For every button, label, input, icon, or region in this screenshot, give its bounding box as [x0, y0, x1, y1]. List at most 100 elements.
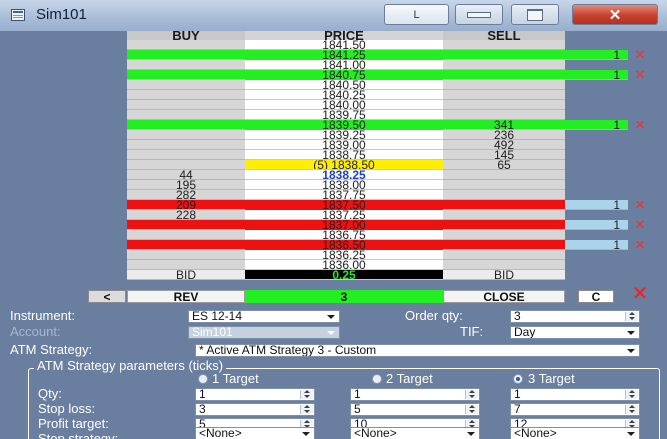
cancel-order-icon[interactable] [628, 90, 652, 100]
cancel-order-icon[interactable] [628, 130, 652, 140]
buy-cell[interactable] [127, 80, 245, 90]
buy-cell[interactable] [127, 70, 245, 80]
order-cell[interactable]: 1 [565, 70, 628, 80]
cancel-order-icon[interactable] [628, 160, 652, 170]
order-cell[interactable] [565, 160, 628, 170]
stepper-icon[interactable] [465, 405, 478, 414]
cancel-order-icon[interactable]: ✕ [628, 120, 652, 130]
cancel-order-icon[interactable] [628, 190, 652, 200]
buy-cell[interactable] [127, 100, 245, 110]
sell-cell[interactable] [443, 200, 565, 210]
cancel-order-icon[interactable]: ✕ [628, 240, 652, 250]
cancel-order-icon[interactable]: ✕ [628, 200, 652, 210]
order-cell[interactable] [565, 260, 628, 270]
order-cell[interactable] [565, 230, 628, 240]
order-cell[interactable]: 1 [565, 50, 628, 60]
buy-cell[interactable] [127, 40, 245, 50]
cancel-order-icon[interactable] [628, 270, 652, 280]
cancel-order-icon[interactable] [628, 100, 652, 110]
buy-cell[interactable] [127, 230, 245, 240]
cancel-order-icon[interactable] [628, 40, 652, 50]
buy-cell[interactable] [127, 150, 245, 160]
tif-select[interactable]: Day [510, 326, 640, 339]
buy-cell[interactable] [127, 120, 245, 130]
sell-cell[interactable] [443, 70, 565, 80]
cancel-order-icon[interactable] [628, 170, 652, 180]
target-3-stop-strategy-select[interactable]: <None> [510, 427, 640, 439]
target-1-qty-field[interactable]: 1 [195, 388, 315, 401]
target-1-stop-loss-field[interactable]: 3 [195, 403, 315, 416]
cancel-orders-button[interactable]: C [578, 290, 614, 304]
cancel-order-icon[interactable] [628, 260, 652, 270]
buy-cell[interactable]: 44 [127, 170, 245, 180]
cancel-order-icon[interactable] [628, 140, 652, 150]
sell-cell[interactable] [443, 210, 565, 220]
cancel-order-icon[interactable] [628, 150, 652, 160]
order-qty-field[interactable]: 3 [510, 310, 640, 323]
close-position-button[interactable]: CLOSE [443, 290, 565, 304]
sell-cell[interactable] [443, 190, 565, 200]
sell-cell[interactable] [443, 40, 565, 50]
sell-cell[interactable] [443, 50, 565, 60]
sell-cell[interactable] [443, 100, 565, 110]
sell-cell[interactable] [443, 230, 565, 240]
order-cell[interactable] [565, 270, 628, 280]
buy-cell[interactable] [127, 260, 245, 270]
order-cell[interactable]: 1 [565, 120, 628, 130]
sell-cell[interactable] [443, 110, 565, 120]
cancel-order-icon[interactable] [628, 180, 652, 190]
sell-cell[interactable]: 145 [443, 150, 565, 160]
cancel-order-icon[interactable]: ✕ [628, 50, 652, 60]
sell-cell[interactable]: 65 [443, 160, 565, 170]
target-2-radio[interactable] [372, 374, 382, 384]
reverse-left-button[interactable]: < [88, 290, 126, 304]
target-3-stop-loss-field[interactable]: 7 [510, 403, 640, 416]
cancel-order-icon[interactable] [628, 110, 652, 120]
order-cell[interactable] [565, 180, 628, 190]
buy-cell[interactable]: 282 [127, 190, 245, 200]
order-cell[interactable] [565, 80, 628, 90]
cancel-order-icon[interactable] [628, 210, 652, 220]
title-bar[interactable]: Sim101 L ✕ [0, 0, 667, 31]
stepper-icon[interactable] [625, 405, 638, 414]
instrument-select[interactable]: ES 12-14 [188, 310, 340, 323]
order-cell[interactable] [565, 40, 628, 50]
order-cell[interactable] [565, 250, 628, 260]
order-cell[interactable] [565, 170, 628, 180]
buy-cell[interactable] [127, 250, 245, 260]
cancel-order-icon[interactable] [628, 80, 652, 90]
stepper-icon[interactable] [300, 390, 313, 399]
sell-cell[interactable]: 236 [443, 130, 565, 140]
order-cell[interactable] [565, 60, 628, 70]
cancel-order-icon[interactable] [628, 250, 652, 260]
stepper-icon[interactable] [300, 405, 313, 414]
target-1-radio[interactable] [198, 374, 208, 384]
buy-cell[interactable]: 195 [127, 180, 245, 190]
target-2-qty-field[interactable]: 1 [350, 388, 480, 401]
order-cell[interactable]: 1 [565, 200, 628, 210]
sell-cell[interactable] [443, 220, 565, 230]
close-window-button[interactable]: ✕ [572, 4, 658, 25]
buy-cell[interactable] [127, 240, 245, 250]
rev-button[interactable]: REV [127, 290, 245, 304]
buy-cell[interactable]: 209 [127, 200, 245, 210]
cancel-order-icon[interactable] [628, 60, 652, 70]
cancel-order-icon[interactable]: ✕ [628, 70, 652, 80]
sell-cell[interactable] [443, 250, 565, 260]
l-button[interactable]: L [384, 4, 449, 25]
sell-cell[interactable] [443, 90, 565, 100]
cancel-order-icon[interactable] [628, 230, 652, 240]
target-3-radio[interactable] [513, 374, 523, 384]
sell-cell[interactable] [443, 170, 565, 180]
sell-cell[interactable] [443, 240, 565, 250]
target-3-qty-field[interactable]: 1 [510, 388, 640, 401]
buy-cell[interactable] [127, 220, 245, 230]
order-cell[interactable] [565, 210, 628, 220]
minimize-button[interactable] [455, 4, 503, 25]
sell-cell[interactable] [443, 60, 565, 70]
buy-cell[interactable]: 228 [127, 210, 245, 220]
order-cell[interactable] [565, 130, 628, 140]
buy-cell[interactable] [127, 160, 245, 170]
sell-cell[interactable]: 492 [443, 140, 565, 150]
target-1-stop-strategy-select[interactable]: <None> [195, 427, 315, 439]
